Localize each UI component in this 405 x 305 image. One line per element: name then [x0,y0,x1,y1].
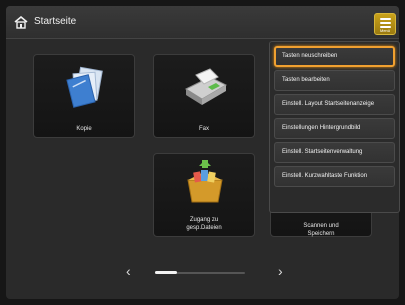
menu-item-edit-buttons[interactable]: Tasten bearbeiten [274,70,395,91]
menu-item-home-layout-settings[interactable]: Einstell. Layout Startseitenanzeige [274,94,395,115]
copy-icon [66,66,103,108]
fax-icon [184,68,228,105]
tile-label-text: Zugang zu gesp.Dateien [186,217,222,231]
tile-label: Scannen und Speichern [271,222,371,238]
menu-button-label: Menü [379,28,390,33]
home-icon[interactable] [14,16,28,29]
next-page-icon[interactable]: › [278,264,283,278]
menu-button[interactable]: Menü [374,13,396,35]
page-thumb[interactable] [155,271,177,274]
menu-item-rename-buttons[interactable]: Tasten neuschreiben [274,46,395,67]
tile-label-text: Scannen und Speichern [303,223,339,237]
tile-label: Zugang zu gesp.Dateien [154,216,254,232]
page-indicator: ‹ › [122,263,292,281]
menu-item-shortcut-key-settings[interactable]: Einstell. Kurzwahltaste Funktion [274,166,395,187]
tile-label: Fax [198,126,209,132]
menu-dropdown: Tasten neuschreiben Tasten bearbeiten Ei… [269,41,400,213]
tile-label: Kopie [76,126,92,132]
tile-stored-files[interactable]: Zugang zu gesp.Dateien [153,153,255,237]
prev-page-icon[interactable]: ‹ [126,264,131,278]
page-title: Startseite [34,16,77,27]
menu-item-background-image-settings[interactable]: Einstellungen Hintergrundbild [274,118,395,139]
header-bar: Startseite Menü [6,6,399,39]
menu-item-home-management-settings[interactable]: Einstell. Startseitenverwaltung [274,142,395,163]
stored-files-icon [187,160,223,203]
tile-fax[interactable]: Fax [153,54,255,138]
tile-copy[interactable]: Kopie [33,54,135,138]
